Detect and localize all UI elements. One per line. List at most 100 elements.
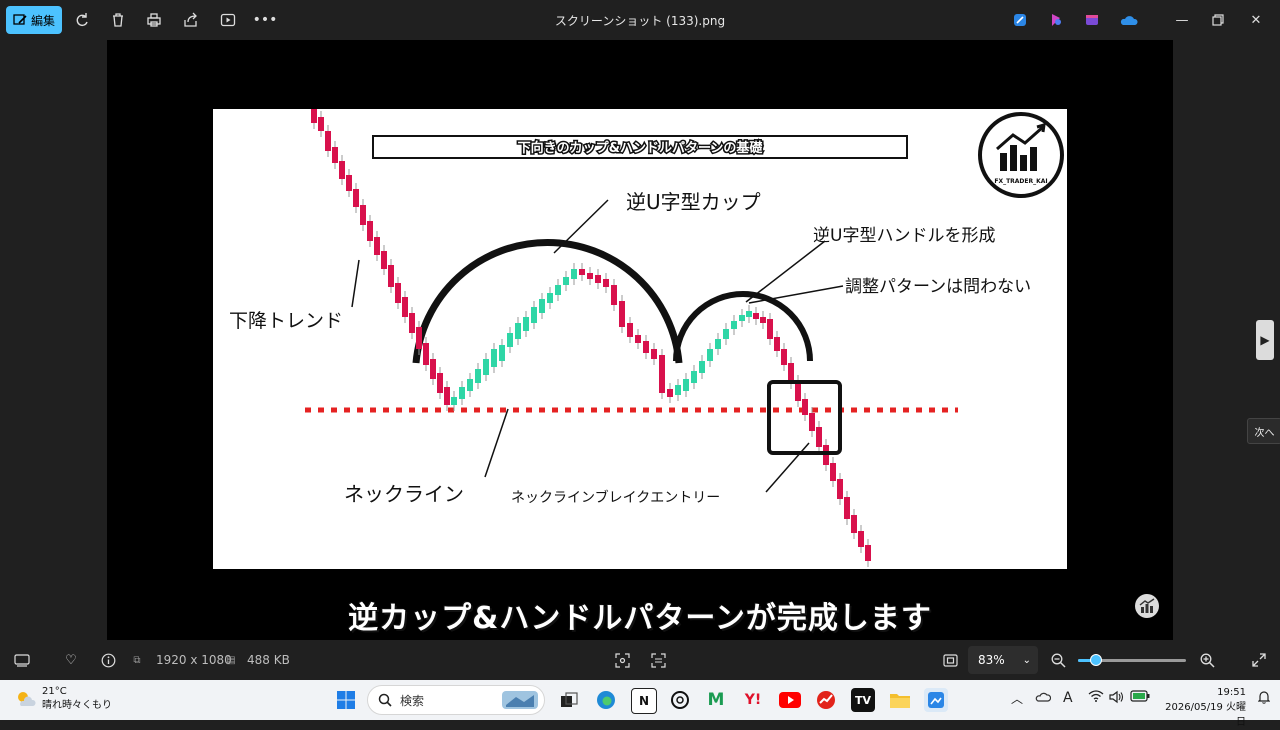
candle xyxy=(531,307,537,323)
candle xyxy=(837,479,843,499)
candle xyxy=(451,397,457,405)
zoom-out-icon[interactable] xyxy=(1048,650,1068,670)
slide-image: 下向きのカップ&ハンドルパターンの基礎 FX_TRADER_KAI 逆U字型カッ… xyxy=(213,109,1067,569)
weather-temperature: 21°C xyxy=(42,686,67,697)
info-icon[interactable] xyxy=(98,650,118,670)
candle xyxy=(715,339,721,349)
candle xyxy=(325,131,331,151)
candle xyxy=(555,285,561,295)
search-box[interactable]: 検索 xyxy=(367,685,545,715)
neckline-pointer xyxy=(484,408,509,478)
yahoo-icon[interactable]: Y! xyxy=(741,688,765,712)
candle xyxy=(374,237,380,255)
task-view-icon[interactable] xyxy=(557,688,581,712)
candle xyxy=(603,279,609,287)
candle xyxy=(515,323,521,339)
wifi-icon[interactable] xyxy=(1088,690,1104,705)
close-icon[interactable]: ✕ xyxy=(1246,10,1266,30)
cloud-status-icon[interactable] xyxy=(1035,690,1052,705)
candle xyxy=(353,189,359,207)
candle xyxy=(409,313,415,333)
search-icon xyxy=(378,693,392,707)
clipchamp-icon[interactable] xyxy=(1047,11,1065,29)
candle xyxy=(774,337,780,351)
actual-size-icon[interactable] xyxy=(940,650,960,670)
fullscreen-icon[interactable] xyxy=(1249,650,1269,670)
zoom-dropdown[interactable]: 83% ⌄ xyxy=(968,646,1038,674)
candle xyxy=(388,265,394,287)
image-viewer: 下向きのカップ&ハンドルパターンの基礎 FX_TRADER_KAI 逆U字型カッ… xyxy=(107,40,1173,640)
candle xyxy=(746,311,752,317)
crop-scan-icon[interactable] xyxy=(612,650,632,670)
filmstrip-icon[interactable] xyxy=(12,650,32,670)
candle xyxy=(467,379,473,391)
candle xyxy=(444,387,450,405)
battery-icon[interactable] xyxy=(1130,690,1150,705)
candle xyxy=(539,299,545,313)
clock-time: 19:51 xyxy=(1217,687,1246,698)
candle xyxy=(659,355,665,393)
restore-icon[interactable] xyxy=(1208,10,1228,30)
weather-condition: 晴れ時々くもり xyxy=(42,700,112,711)
candle xyxy=(595,275,601,283)
video-editor-icon[interactable] xyxy=(1083,11,1101,29)
candle xyxy=(563,277,569,285)
candle xyxy=(858,531,864,547)
handle-arc xyxy=(673,291,813,362)
status-bar: ♡ ⧉ 1920 x 1080 ▤ 488 KB 83% ⌄ xyxy=(0,640,1280,680)
candle xyxy=(667,389,673,397)
designer-icon[interactable] xyxy=(1011,11,1029,29)
candle xyxy=(402,297,408,317)
candle xyxy=(802,399,808,415)
logo: FX_TRADER_KAI xyxy=(978,112,1064,198)
start-icon[interactable] xyxy=(334,688,358,712)
zoom-in-icon[interactable] xyxy=(1197,650,1217,670)
candle xyxy=(459,387,465,399)
video-caption: 逆カップ&ハンドルパターンが完成します xyxy=(348,601,932,636)
dimensions-icon: ⧉ xyxy=(133,654,141,666)
tray-expand-icon[interactable]: ︿ xyxy=(1011,690,1023,707)
candle xyxy=(723,329,729,339)
candle xyxy=(691,371,697,383)
chatgpt-icon[interactable] xyxy=(668,688,692,712)
zoom-slider-handle[interactable] xyxy=(1090,654,1102,666)
candle xyxy=(547,293,553,303)
candle xyxy=(627,323,633,337)
tradingview-icon[interactable]: TV xyxy=(851,688,875,712)
candle xyxy=(753,313,759,319)
onedrive-icon[interactable] xyxy=(1120,11,1138,29)
candle xyxy=(865,545,871,561)
file-explorer-icon[interactable] xyxy=(888,688,912,712)
candle xyxy=(760,317,766,323)
notification-bell-icon[interactable] xyxy=(1257,690,1271,707)
edge-browser-icon[interactable] xyxy=(594,688,618,712)
minimize-icon[interactable]: — xyxy=(1172,10,1192,30)
volume-icon[interactable] xyxy=(1108,690,1124,707)
text-scan-icon[interactable] xyxy=(648,650,668,670)
label-neckline: ネックライン xyxy=(344,482,464,506)
weather-widget[interactable]: 21°C 晴れ時々くもり xyxy=(14,685,112,713)
candle xyxy=(360,205,366,225)
money-forward-icon[interactable]: M xyxy=(704,688,728,712)
stock-app-icon[interactable] xyxy=(814,688,838,712)
taskbar-clock[interactable]: 19:51 2026/05/19 火曜日 xyxy=(1160,685,1246,730)
input-method-icon[interactable]: A xyxy=(1063,690,1073,706)
youtube-icon[interactable] xyxy=(778,688,802,712)
candle xyxy=(395,283,401,303)
file-size: 488 KB xyxy=(247,653,290,667)
candle xyxy=(739,315,745,321)
partly-cloudy-icon xyxy=(18,692,36,706)
logo-text: FX_TRADER_KAI xyxy=(994,178,1047,185)
candle xyxy=(619,301,625,327)
candle xyxy=(809,413,815,431)
candle xyxy=(346,175,352,191)
candle xyxy=(332,147,338,163)
notion-icon[interactable]: N xyxy=(631,688,657,714)
candle xyxy=(611,285,617,305)
handle-pointer xyxy=(745,240,826,303)
next-arrow-button[interactable]: ▶ xyxy=(1256,320,1274,360)
search-highlight-icon xyxy=(502,691,538,709)
break-pointer xyxy=(765,442,810,493)
favorite-heart-icon[interactable]: ♡ xyxy=(61,650,81,670)
photos-app-icon[interactable] xyxy=(924,688,948,712)
